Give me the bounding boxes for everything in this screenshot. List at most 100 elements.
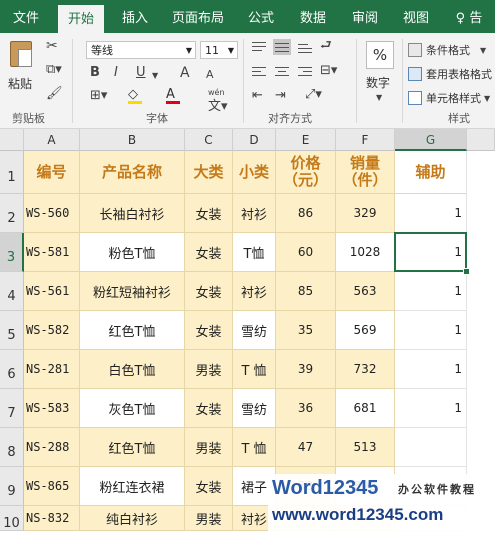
row-header-1[interactable]: 1 — [0, 151, 24, 194]
table-cell-qty[interactable]: 329 — [336, 194, 395, 233]
table-cell-code[interactable]: WS-865 — [24, 467, 80, 506]
column-header-b[interactable]: B — [80, 129, 185, 151]
table-cell-name[interactable]: 粉红连衣裙 — [80, 467, 185, 506]
column-header-c[interactable]: C — [185, 129, 233, 151]
table-cell-cat[interactable]: 女装 — [185, 467, 233, 506]
table-cell-sub[interactable]: 衬衫 — [233, 272, 276, 311]
number-format-button[interactable]: % 数字 ▼ — [364, 41, 396, 111]
shrink-font-button[interactable]: A — [206, 68, 214, 82]
font-size-combo[interactable]: 11 ▼ — [200, 41, 238, 59]
column-header-h[interactable] — [467, 129, 495, 151]
align-top-icon[interactable] — [252, 41, 266, 53]
paste-button[interactable]: 粘贴 — [6, 39, 36, 95]
table-cell-cat[interactable]: 男装 — [185, 428, 233, 467]
align-center-icon[interactable] — [275, 66, 289, 78]
wrap-text-icon[interactable]: ⮐ — [320, 39, 332, 53]
column-header-g[interactable]: G — [395, 129, 467, 151]
grow-font-button[interactable]: A — [180, 66, 190, 80]
tab-5[interactable]: 公式 — [240, 0, 282, 33]
table-cell-code[interactable]: WS-582 — [24, 311, 80, 350]
column-header-d[interactable]: D — [233, 129, 276, 151]
tab-6[interactable]: 数据 — [292, 0, 334, 33]
copy-icon[interactable]: ⧉▾ — [46, 63, 62, 77]
table-cell-price[interactable]: 47 — [276, 428, 336, 467]
align-right-icon[interactable] — [298, 66, 312, 78]
table-cell-cat[interactable]: 女装 — [185, 233, 233, 272]
table-cell-code[interactable]: WS-583 — [24, 389, 80, 428]
table-cell-name[interactable]: 红色T恤 — [80, 428, 185, 467]
font-color-icon[interactable]: A — [166, 88, 180, 104]
table-cell-qty[interactable]: 563 — [336, 272, 395, 311]
table-cell-qty[interactable]: 513 — [336, 428, 395, 467]
table-cell-price[interactable]: 39 — [276, 350, 336, 389]
align-left-icon[interactable] — [252, 66, 266, 78]
row-header-7[interactable]: 7 — [0, 389, 24, 428]
fill-color-icon[interactable]: ◇ — [128, 88, 142, 104]
tab-7[interactable]: 审阅 — [344, 0, 386, 33]
phonetic-button[interactable]: wén 文▾ — [208, 86, 228, 114]
tab-9[interactable]: ♀ 告 — [449, 0, 489, 33]
row-header-10[interactable]: 10 — [0, 506, 24, 531]
table-cell-cat[interactable]: 女装 — [185, 311, 233, 350]
table-cell-qty[interactable]: 569 — [336, 311, 395, 350]
header-cell[interactable]: 产品名称 — [80, 151, 185, 194]
table-cell-name[interactable]: 白色T恤 — [80, 350, 185, 389]
table-cell-help[interactable]: 1 — [395, 233, 467, 272]
align-middle-icon[interactable] — [273, 39, 291, 55]
format-as-table-button[interactable]: 套用表格格式 — [408, 65, 495, 83]
select-all-corner[interactable] — [0, 129, 24, 151]
table-cell-help[interactable] — [395, 428, 467, 467]
tab-3[interactable]: 插入 — [112, 0, 158, 33]
orientation-icon[interactable]: ⤢▾ — [305, 88, 322, 102]
table-cell-help[interactable]: 1 — [395, 311, 467, 350]
row-header-8[interactable]: 8 — [0, 428, 24, 467]
table-cell-code[interactable]: NS-832 — [24, 506, 80, 531]
table-cell-name[interactable]: 粉红短袖衬衫 — [80, 272, 185, 311]
table-cell-help[interactable]: 1 — [395, 272, 467, 311]
table-cell-cat[interactable]: 女装 — [185, 389, 233, 428]
table-cell-price[interactable]: 60 — [276, 233, 336, 272]
table-cell-name[interactable]: 红色T恤 — [80, 311, 185, 350]
table-cell-code[interactable]: NS-281 — [24, 350, 80, 389]
tab-4[interactable]: 页面布局 — [165, 0, 231, 33]
header-cell[interactable]: 销量 （件） — [336, 151, 395, 194]
decrease-indent-icon[interactable]: ⇤ — [252, 89, 263, 103]
cell-styles-button[interactable]: 单元格样式 ▼ — [408, 89, 495, 107]
table-cell-sub[interactable]: T恤 — [233, 233, 276, 272]
header-cell[interactable]: 价格 （元） — [276, 151, 336, 194]
column-header-f[interactable]: F — [336, 129, 395, 151]
table-cell-cat[interactable]: 男装 — [185, 350, 233, 389]
table-cell-help[interactable]: 1 — [395, 194, 467, 233]
font-name-combo[interactable]: 等线 ▼ — [86, 41, 196, 59]
table-cell-code[interactable]: WS-561 — [24, 272, 80, 311]
border-icon[interactable]: ⊞▾ — [90, 89, 107, 103]
row-header-2[interactable]: 2 — [0, 194, 24, 233]
table-cell-qty[interactable]: 732 — [336, 350, 395, 389]
table-cell-sub[interactable]: T 恤 — [233, 428, 276, 467]
align-bottom-icon[interactable] — [298, 41, 312, 53]
underline-button[interactable]: U — [136, 66, 146, 80]
row-header-9[interactable]: 9 — [0, 467, 24, 506]
table-cell-help[interactable]: 1 — [395, 350, 467, 389]
chevron-down-icon[interactable]: ▼ — [152, 69, 158, 83]
table-cell-cat[interactable]: 女装 — [185, 194, 233, 233]
table-cell-sub[interactable]: 雪纺 — [233, 311, 276, 350]
header-cell[interactable]: 大类 — [185, 151, 233, 194]
bold-button[interactable]: B — [90, 66, 100, 80]
column-header-a[interactable]: A — [24, 129, 80, 151]
table-cell-code[interactable]: NS-288 — [24, 428, 80, 467]
tab-8[interactable]: 视图 — [395, 0, 437, 33]
tab-1[interactable]: 文件 — [5, 0, 47, 33]
increase-indent-icon[interactable]: ⇥ — [275, 89, 286, 103]
merge-center-icon[interactable]: ⊟▾ — [320, 64, 337, 78]
table-cell-name[interactable]: 粉色T恤 — [80, 233, 185, 272]
table-cell-name[interactable]: 纯白衬衫 — [80, 506, 185, 531]
table-cell-name[interactable]: 长袖白衬衫 — [80, 194, 185, 233]
row-header-6[interactable]: 6 — [0, 350, 24, 389]
table-cell-qty[interactable]: 681 — [336, 389, 395, 428]
table-cell-price[interactable]: 85 — [276, 272, 336, 311]
row-header-3[interactable]: 3 — [0, 233, 24, 272]
table-cell-qty[interactable]: 1028 — [336, 233, 395, 272]
table-cell-price[interactable]: 86 — [276, 194, 336, 233]
table-cell-sub[interactable]: 雪纺 — [233, 389, 276, 428]
